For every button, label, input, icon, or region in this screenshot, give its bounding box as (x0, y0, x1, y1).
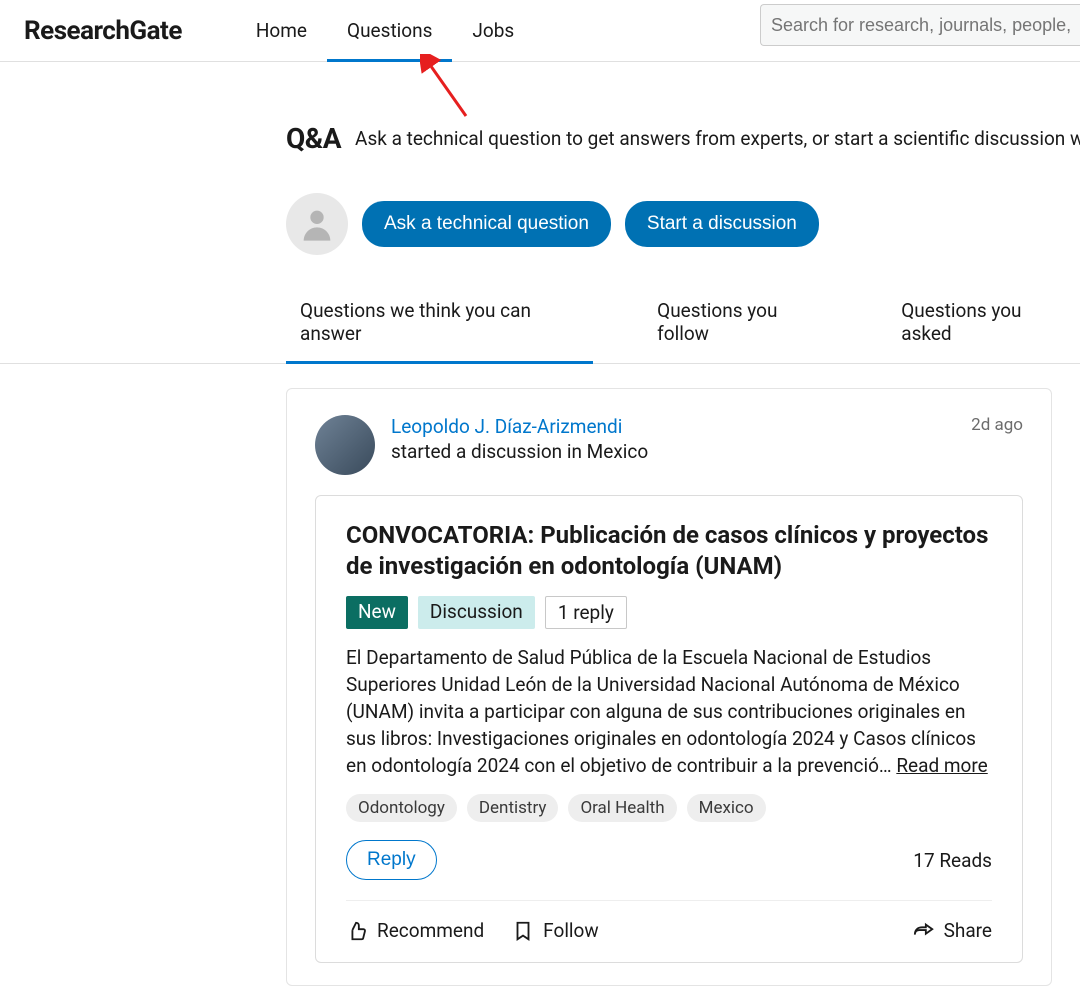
start-discussion-button[interactable]: Start a discussion (625, 201, 819, 247)
qa-intro: Q&A Ask a technical question to get answ… (0, 62, 1080, 255)
search-box[interactable] (760, 4, 1080, 46)
nav-jobs[interactable]: Jobs (452, 0, 534, 61)
filter-you-asked[interactable]: Questions you asked (887, 291, 1080, 363)
recommend-button[interactable]: Recommend (346, 919, 484, 942)
follow-button[interactable]: Follow (512, 919, 599, 942)
badge-discussion: Discussion (418, 596, 535, 629)
reply-button[interactable]: Reply (346, 840, 437, 880)
tag-mexico[interactable]: Mexico (687, 794, 766, 822)
feed: Leopoldo J. Díaz-Arizmendi started a dis… (0, 364, 1080, 986)
tag-oral-health[interactable]: Oral Health (568, 794, 676, 822)
recommend-label: Recommend (377, 919, 484, 942)
nav-questions[interactable]: Questions (327, 0, 452, 61)
main-nav: Home Questions Jobs (236, 0, 534, 61)
question-card: Leopoldo J. Díaz-Arizmendi started a dis… (286, 388, 1052, 986)
share-icon (913, 920, 935, 942)
filter-bar: Questions we think you can answer Questi… (0, 291, 1080, 364)
badge-new: New (346, 596, 408, 629)
author-link[interactable]: Leopoldo J. Díaz-Arizmendi (391, 415, 622, 438)
qa-title: Q&A (286, 122, 341, 155)
post-body-card: CONVOCATORIA: Publicación de casos clíni… (315, 495, 1023, 963)
post-title[interactable]: CONVOCATORIA: Publicación de casos clíni… (346, 520, 992, 582)
reads-count: 17 Reads (913, 849, 992, 872)
filter-can-answer[interactable]: Questions we think you can answer (286, 291, 593, 363)
logo[interactable]: ResearchGate (24, 16, 182, 46)
search-input[interactable] (771, 5, 1070, 45)
user-avatar-placeholder (286, 193, 348, 255)
ask-question-button[interactable]: Ask a technical question (362, 201, 611, 247)
tag-odontology[interactable]: Odontology (346, 794, 457, 822)
bookmark-icon (512, 920, 534, 942)
post-body-text: El Departamento de Salud Pública de la E… (346, 646, 976, 777)
post-action-line: started a discussion in Mexico (391, 440, 955, 463)
post-timestamp: 2d ago (971, 415, 1023, 475)
tag-dentistry[interactable]: Dentistry (467, 794, 559, 822)
tag-row: Odontology Dentistry Oral Health Mexico (346, 794, 992, 822)
qa-subtitle: Ask a technical question to get answers … (355, 127, 1080, 150)
nav-home[interactable]: Home (236, 0, 327, 61)
author-avatar[interactable] (315, 415, 375, 475)
share-button[interactable]: Share (913, 919, 992, 942)
badge-replies[interactable]: 1 reply (545, 596, 627, 629)
follow-label: Follow (543, 919, 599, 942)
person-icon (297, 204, 337, 244)
top-header: ResearchGate Home Questions Jobs (0, 0, 1080, 62)
read-more-link[interactable]: Read more (896, 754, 987, 777)
badge-row: New Discussion 1 reply (346, 596, 992, 629)
filter-you-follow[interactable]: Questions you follow (643, 291, 837, 363)
post-body: El Departamento de Salud Pública de la E… (346, 645, 992, 780)
thumbs-up-icon (346, 920, 368, 942)
share-label: Share (944, 919, 992, 942)
